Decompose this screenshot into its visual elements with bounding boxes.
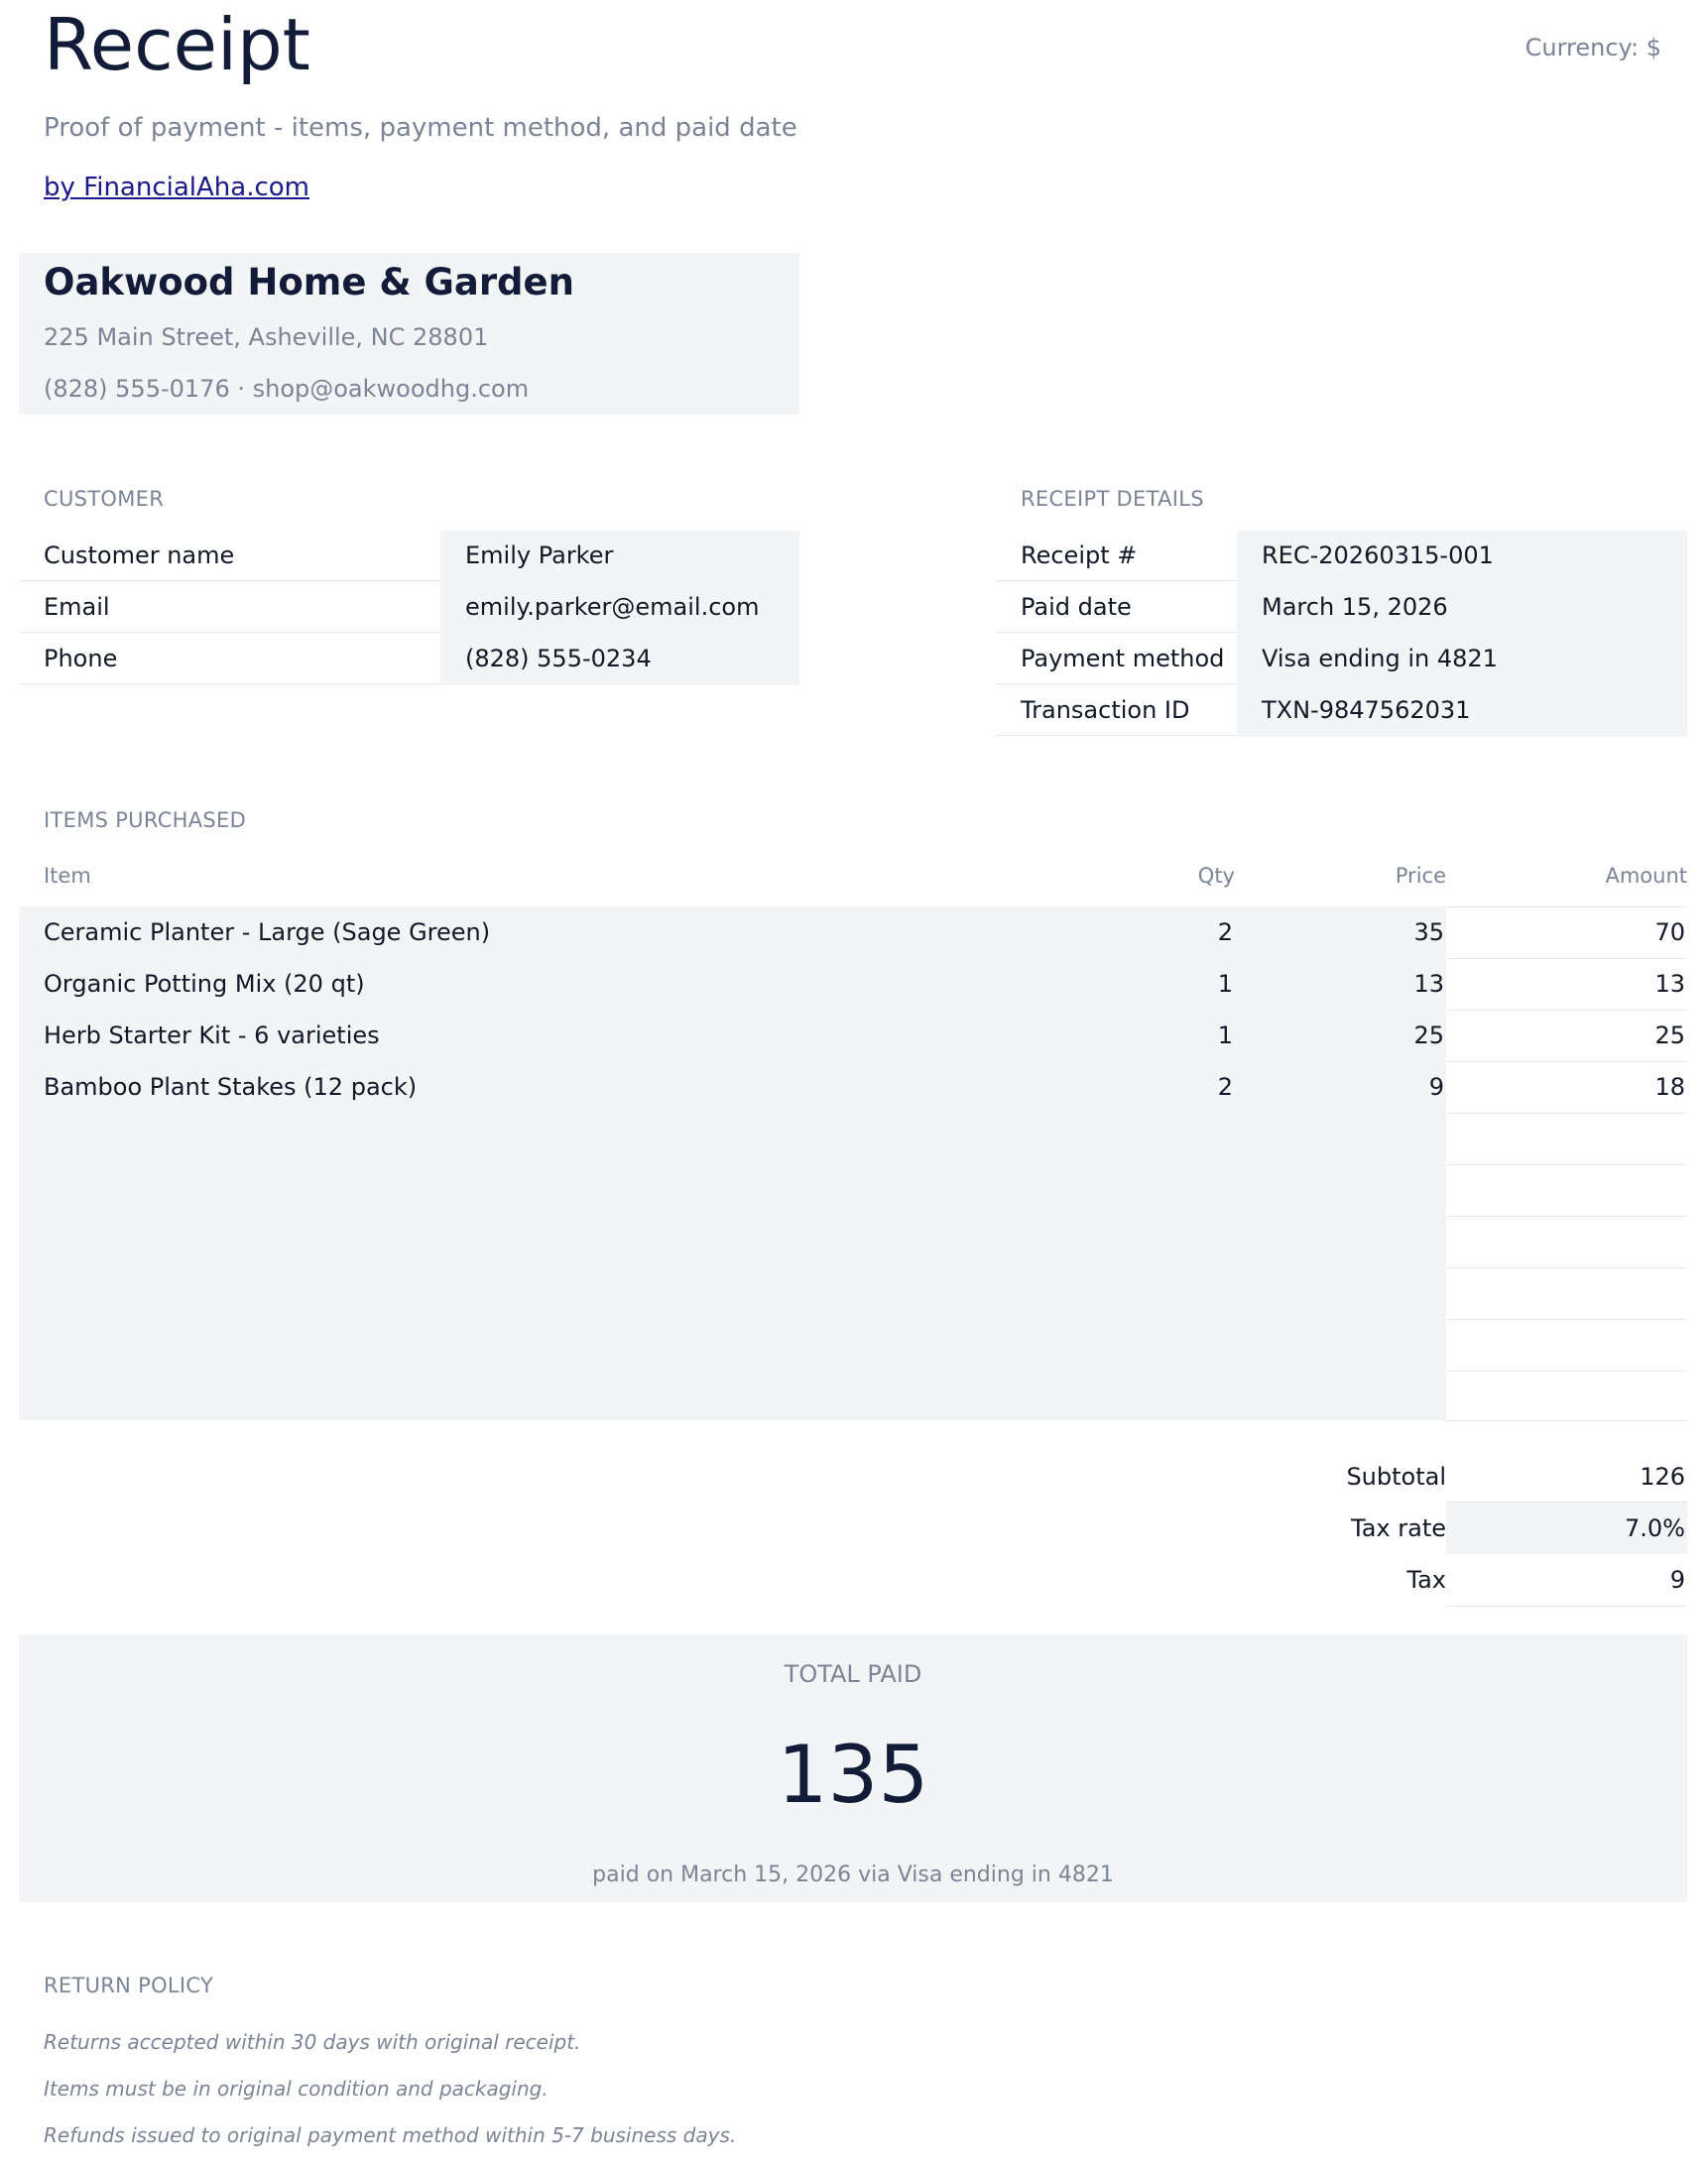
customer-field-label: Customer name bbox=[19, 531, 440, 581]
policy-line: Items must be in original condition and … bbox=[44, 2077, 549, 2101]
page-subtitle: Proof of payment - items, payment method… bbox=[44, 113, 797, 143]
table-row: Ceramic Planter - Large (Sage Green) 2 3… bbox=[19, 906, 1687, 958]
item-price: 35 bbox=[1413, 918, 1444, 946]
customer-table: Customer name Emily Parker Email emily.p… bbox=[19, 531, 799, 685]
total-paid-amount: 135 bbox=[777, 1729, 929, 1821]
receipt-detail-row: Receipt # REC-20260315-001 bbox=[996, 531, 1687, 582]
item-name: Bamboo Plant Stakes (12 pack) bbox=[44, 1073, 418, 1101]
receipt-field-value: TXN-9847562031 bbox=[1237, 685, 1687, 737]
customer-row: Phone (828) 555-0234 bbox=[19, 634, 799, 685]
byline-link[interactable]: by FinancialAha.com bbox=[44, 173, 309, 202]
item-name: Herb Starter Kit - 6 varieties bbox=[44, 1022, 380, 1049]
column-header-price: Price bbox=[1395, 864, 1446, 888]
receipt-detail-row: Paid date March 15, 2026 bbox=[996, 582, 1687, 634]
receipt-field-label: Transaction ID bbox=[996, 685, 1237, 736]
divider bbox=[1446, 1371, 1687, 1372]
item-amount: 18 bbox=[1654, 1073, 1685, 1101]
currency-label: Currency: $ bbox=[1525, 34, 1661, 61]
tax-label: Tax bbox=[1406, 1566, 1446, 1594]
customer-field-value: (828) 555-0234 bbox=[440, 634, 799, 685]
receipt-field-value: REC-20260315-001 bbox=[1237, 531, 1687, 582]
subtotal-row: Subtotal 126 bbox=[0, 1451, 1708, 1503]
item-name: Organic Potting Mix (20 qt) bbox=[44, 970, 365, 998]
return-policy-section-label: RETURN POLICY bbox=[44, 1974, 214, 1997]
item-amount: 25 bbox=[1654, 1022, 1685, 1049]
customer-row: Customer name Emily Parker bbox=[19, 531, 799, 582]
item-amount: 13 bbox=[1654, 970, 1685, 998]
item-price: 13 bbox=[1413, 970, 1444, 998]
store-contact: (828) 555-0176 · shop@oakwoodhg.com bbox=[44, 375, 530, 403]
receipt-field-label: Payment method bbox=[996, 634, 1237, 684]
total-paid-label: TOTAL PAID bbox=[784, 1660, 922, 1688]
tax-rate-value: 7.0% bbox=[1446, 1503, 1687, 1554]
item-amount: 70 bbox=[1654, 918, 1685, 946]
divider bbox=[1446, 1319, 1687, 1320]
tax-rate-label: Tax rate bbox=[1351, 1514, 1446, 1542]
tax-rate-row: Tax rate 7.0% bbox=[0, 1503, 1708, 1554]
page-title: Receipt bbox=[44, 3, 310, 86]
table-row: Herb Starter Kit - 6 varieties 1 25 25 bbox=[19, 1010, 1687, 1061]
column-header-item: Item bbox=[44, 864, 91, 888]
item-price: 9 bbox=[1428, 1073, 1444, 1101]
item-qty: 1 bbox=[1217, 970, 1233, 998]
item-name: Ceramic Planter - Large (Sage Green) bbox=[44, 918, 491, 946]
receipt-detail-row: Transaction ID TXN-9847562031 bbox=[996, 685, 1687, 737]
divider bbox=[1446, 1216, 1687, 1217]
customer-field-label: Email bbox=[19, 582, 440, 633]
divider bbox=[1446, 1420, 1687, 1421]
subtotal-label: Subtotal bbox=[1346, 1463, 1446, 1491]
store-address: 225 Main Street, Asheville, NC 28801 bbox=[44, 323, 489, 351]
customer-section-label: CUSTOMER bbox=[44, 487, 165, 511]
item-qty: 1 bbox=[1217, 1022, 1233, 1049]
customer-field-value: Emily Parker bbox=[440, 531, 799, 582]
receipt-detail-row: Payment method Visa ending in 4821 bbox=[996, 634, 1687, 685]
divider bbox=[1446, 1606, 1687, 1607]
store-info: Oakwood Home & Garden 225 Main Street, A… bbox=[19, 253, 799, 415]
divider bbox=[1446, 1267, 1687, 1268]
receipt-field-label: Receipt # bbox=[996, 531, 1237, 581]
total-paid-panel: TOTAL PAID 135 paid on March 15, 2026 vi… bbox=[19, 1634, 1687, 1902]
table-row: Bamboo Plant Stakes (12 pack) 2 9 18 bbox=[19, 1061, 1687, 1113]
receipt-field-value: Visa ending in 4821 bbox=[1237, 634, 1687, 685]
divider bbox=[1446, 1164, 1687, 1165]
tax-value: 9 bbox=[1669, 1566, 1685, 1594]
policy-line: Refunds issued to original payment metho… bbox=[44, 2123, 737, 2147]
policy-line: Returns accepted within 30 days with ori… bbox=[44, 2030, 581, 2054]
customer-row: Email emily.parker@email.com bbox=[19, 582, 799, 634]
item-qty: 2 bbox=[1217, 918, 1233, 946]
column-header-qty: Qty bbox=[1197, 864, 1235, 888]
item-qty: 2 bbox=[1217, 1073, 1233, 1101]
receipt-field-value: March 15, 2026 bbox=[1237, 582, 1687, 634]
divider bbox=[1446, 1113, 1687, 1114]
receipt-field-label: Paid date bbox=[996, 582, 1237, 633]
items-section-label: ITEMS PURCHASED bbox=[44, 808, 247, 832]
total-paid-note: paid on March 15, 2026 via Visa ending i… bbox=[592, 1863, 1114, 1887]
item-price: 25 bbox=[1413, 1022, 1444, 1049]
customer-field-value: emily.parker@email.com bbox=[440, 582, 799, 634]
receipt-details-table: Receipt # REC-20260315-001 Paid date Mar… bbox=[996, 531, 1687, 737]
table-row: Organic Potting Mix (20 qt) 1 13 13 bbox=[19, 958, 1687, 1010]
receipt-details-section-label: RECEIPT DETAILS bbox=[1021, 487, 1204, 511]
customer-field-label: Phone bbox=[19, 634, 440, 684]
column-header-amount: Amount bbox=[1605, 864, 1687, 888]
subtotal-value: 126 bbox=[1640, 1463, 1685, 1491]
tax-row: Tax 9 bbox=[0, 1554, 1708, 1606]
store-name: Oakwood Home & Garden bbox=[44, 261, 574, 303]
